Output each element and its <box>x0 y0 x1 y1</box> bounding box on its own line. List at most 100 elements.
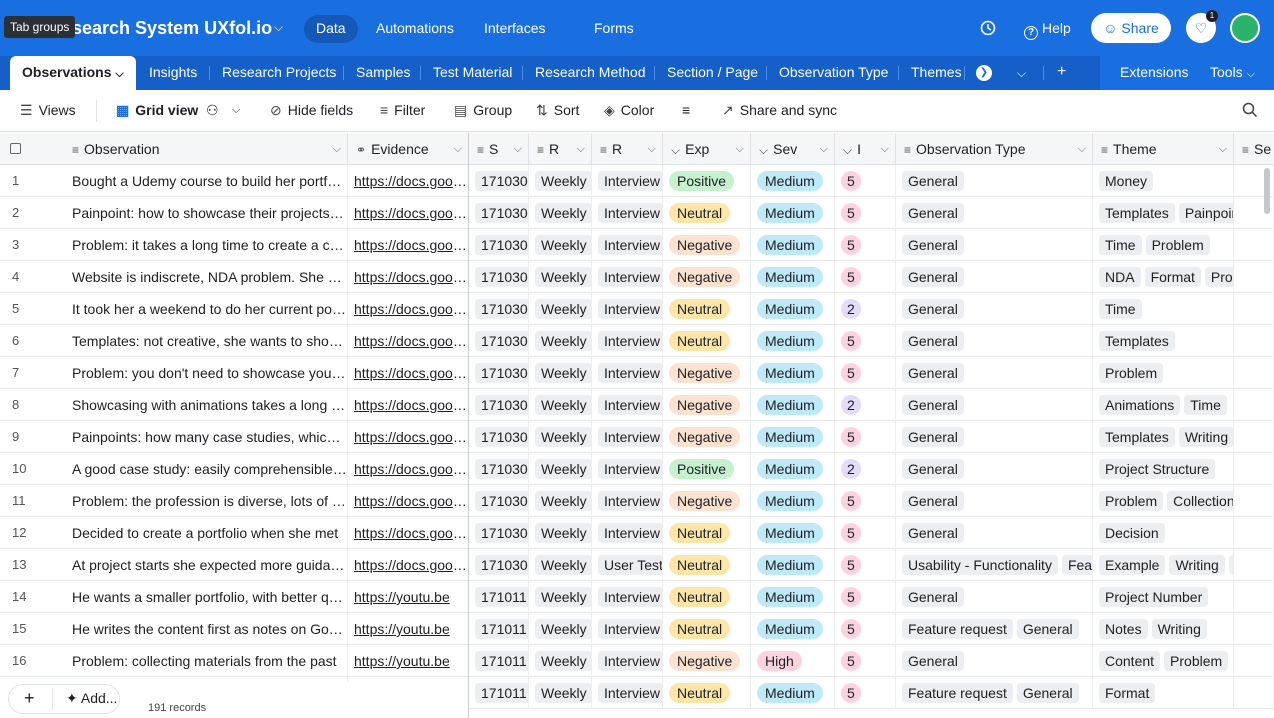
cell-i[interactable]: 5 <box>835 677 896 709</box>
cell-observation-type[interactable]: General <box>896 581 1093 613</box>
cell-severity[interactable]: Medium <box>751 325 835 357</box>
cell-observation-type[interactable]: General <box>896 229 1093 261</box>
table-row[interactable]: 4 Website is indiscrete, NDA problem. She… <box>0 261 1274 293</box>
cell-observation-type[interactable]: General <box>896 357 1093 389</box>
nav-data[interactable]: Data <box>304 15 358 43</box>
cell-se[interactable] <box>1234 613 1274 645</box>
cell-r1[interactable]: Weekly I <box>529 453 592 485</box>
plus-icon[interactable]: + <box>24 688 35 709</box>
cell-experience[interactable]: Negative <box>663 389 751 421</box>
cell-theme[interactable]: Format <box>1093 677 1234 709</box>
cell-severity[interactable]: Medium <box>751 485 835 517</box>
cell-r2[interactable]: Interview <box>592 197 663 229</box>
table-row[interactable]: 2 Painpoint: how to showcase their projec… <box>0 197 1274 229</box>
cell-r1[interactable]: Weekly I <box>529 293 592 325</box>
cell-r2[interactable]: Interview <box>592 261 663 293</box>
cell-s[interactable]: 171030 <box>469 453 529 485</box>
cell-theme[interactable]: NDAFormatProblem <box>1093 261 1234 293</box>
cell-observation-type[interactable]: General <box>896 517 1093 549</box>
color-button[interactable]: ◈ Color <box>604 102 654 119</box>
cell-observation-type[interactable]: General <box>896 485 1093 517</box>
cell-observation-type[interactable]: General <box>896 389 1093 421</box>
cell-i[interactable]: 5 <box>835 549 896 581</box>
tab-research-projects[interactable]: Research Projects <box>222 64 336 80</box>
vertical-scrollbar[interactable] <box>1264 168 1270 214</box>
cell-r2[interactable]: User Test <box>592 549 663 581</box>
cell-i[interactable]: 5 <box>835 421 896 453</box>
history-icon[interactable] <box>978 18 998 38</box>
cell-experience[interactable]: Neutral <box>663 325 751 357</box>
share-button[interactable]: ☺ Share <box>1091 13 1171 43</box>
column-header-experience[interactable]: ⌵ Exp ⌵ <box>663 133 751 165</box>
cell-theme[interactable]: TemplatesPainpoints <box>1093 197 1234 229</box>
cell-experience[interactable]: Negative <box>663 261 751 293</box>
cell-severity[interactable]: Medium <box>751 389 835 421</box>
cell-s[interactable]: 171011 <box>469 613 529 645</box>
cell-r2[interactable]: Interview <box>592 357 663 389</box>
cell-theme[interactable]: Decision <box>1093 517 1234 549</box>
cell-s[interactable]: 171011 <box>469 581 529 613</box>
cell-se[interactable] <box>1234 293 1274 325</box>
base-name[interactable]: esearch System UXfol.io <box>62 18 272 39</box>
cell-s[interactable]: 171030 <box>469 549 529 581</box>
cell-se[interactable] <box>1234 421 1274 453</box>
cell-severity[interactable]: High <box>751 645 835 677</box>
table-row[interactable]: 14 He wants a smaller portfolio, with bet… <box>0 581 1274 613</box>
cell-observation[interactable]: He writes the content first as notes on … <box>64 613 348 645</box>
cell-se[interactable] <box>1234 453 1274 485</box>
cell-observation-type[interactable]: General <box>896 325 1093 357</box>
tools-button[interactable]: Tools ⌵ <box>1210 64 1255 81</box>
cell-experience[interactable]: Neutral <box>663 517 751 549</box>
cell-s[interactable]: 171030 <box>469 325 529 357</box>
cell-se[interactable] <box>1234 645 1274 677</box>
table-row[interactable]: 5 It took her a weekend to do her current… <box>0 293 1274 325</box>
add-menu-button[interactable]: ✦ Add... <box>66 690 117 707</box>
cell-severity[interactable]: Medium <box>751 677 835 709</box>
cell-i[interactable]: 2 <box>835 453 896 485</box>
cell-r1[interactable]: Weekly I <box>529 581 592 613</box>
cell-s[interactable]: 171030 <box>469 293 529 325</box>
cell-observation[interactable]: Problem: it takes a long time to create … <box>64 229 348 261</box>
cell-r1[interactable]: Weekly I <box>529 645 592 677</box>
cell-severity[interactable]: Medium <box>751 517 835 549</box>
cell-se[interactable] <box>1234 485 1274 517</box>
cell-s[interactable]: 171030 <box>469 261 529 293</box>
cell-observation[interactable]: It took her a weekend to do her current … <box>64 293 348 325</box>
cell-i[interactable]: 5 <box>835 261 896 293</box>
cell-s[interactable]: 171030 <box>469 197 529 229</box>
cell-observation-type[interactable]: General <box>896 293 1093 325</box>
cell-observation[interactable]: Templates: not creative, she wants to sh… <box>64 325 348 357</box>
cell-evidence[interactable]: https://docs.google.com <box>348 165 469 197</box>
cell-s[interactable]: 171011 <box>469 645 529 677</box>
cell-r1[interactable]: Weekly I <box>529 549 592 581</box>
tab-themes[interactable]: Themes <box>911 64 962 80</box>
cell-se[interactable] <box>1234 261 1274 293</box>
cell-r2[interactable]: Interview <box>592 677 663 709</box>
tab-test-material[interactable]: Test Material <box>433 64 512 80</box>
table-row[interactable]: 3 Problem: it takes a long time to create… <box>0 229 1274 261</box>
cell-r1[interactable]: Weekly I <box>529 357 592 389</box>
cell-experience[interactable]: Neutral <box>663 613 751 645</box>
cell-i[interactable]: 5 <box>835 229 896 261</box>
cell-theme[interactable]: Notes Writing <box>1093 613 1234 645</box>
cell-r2[interactable]: Interview <box>592 645 663 677</box>
cell-experience[interactable]: Positive <box>663 453 751 485</box>
search-icon[interactable] <box>1242 102 1258 118</box>
cell-i[interactable]: 5 <box>835 581 896 613</box>
cell-r1[interactable]: Weekly I <box>529 677 592 709</box>
cell-observation[interactable]: Painpoints: how many case studies, which… <box>64 421 348 453</box>
cell-severity[interactable]: Medium <box>751 581 835 613</box>
cell-experience[interactable]: Neutral <box>663 197 751 229</box>
cell-s[interactable]: 171030 <box>469 389 529 421</box>
more-tabs-icon[interactable]: ❯ <box>976 65 992 81</box>
cell-theme[interactable]: TemplatesWritingTime <box>1093 421 1234 453</box>
cell-r2[interactable]: Interview <box>592 325 663 357</box>
cell-severity[interactable]: Medium <box>751 165 835 197</box>
cell-evidence[interactable]: https://docs.google.com <box>348 453 469 485</box>
cell-s[interactable]: 171030 <box>469 485 529 517</box>
cell-r1[interactable]: Weekly I <box>529 517 592 549</box>
cell-se[interactable] <box>1234 357 1274 389</box>
cell-r2[interactable]: Interview <box>592 389 663 421</box>
cell-evidence[interactable]: https://docs.google.com <box>348 357 469 389</box>
tab-insights[interactable]: Insights <box>149 64 197 80</box>
